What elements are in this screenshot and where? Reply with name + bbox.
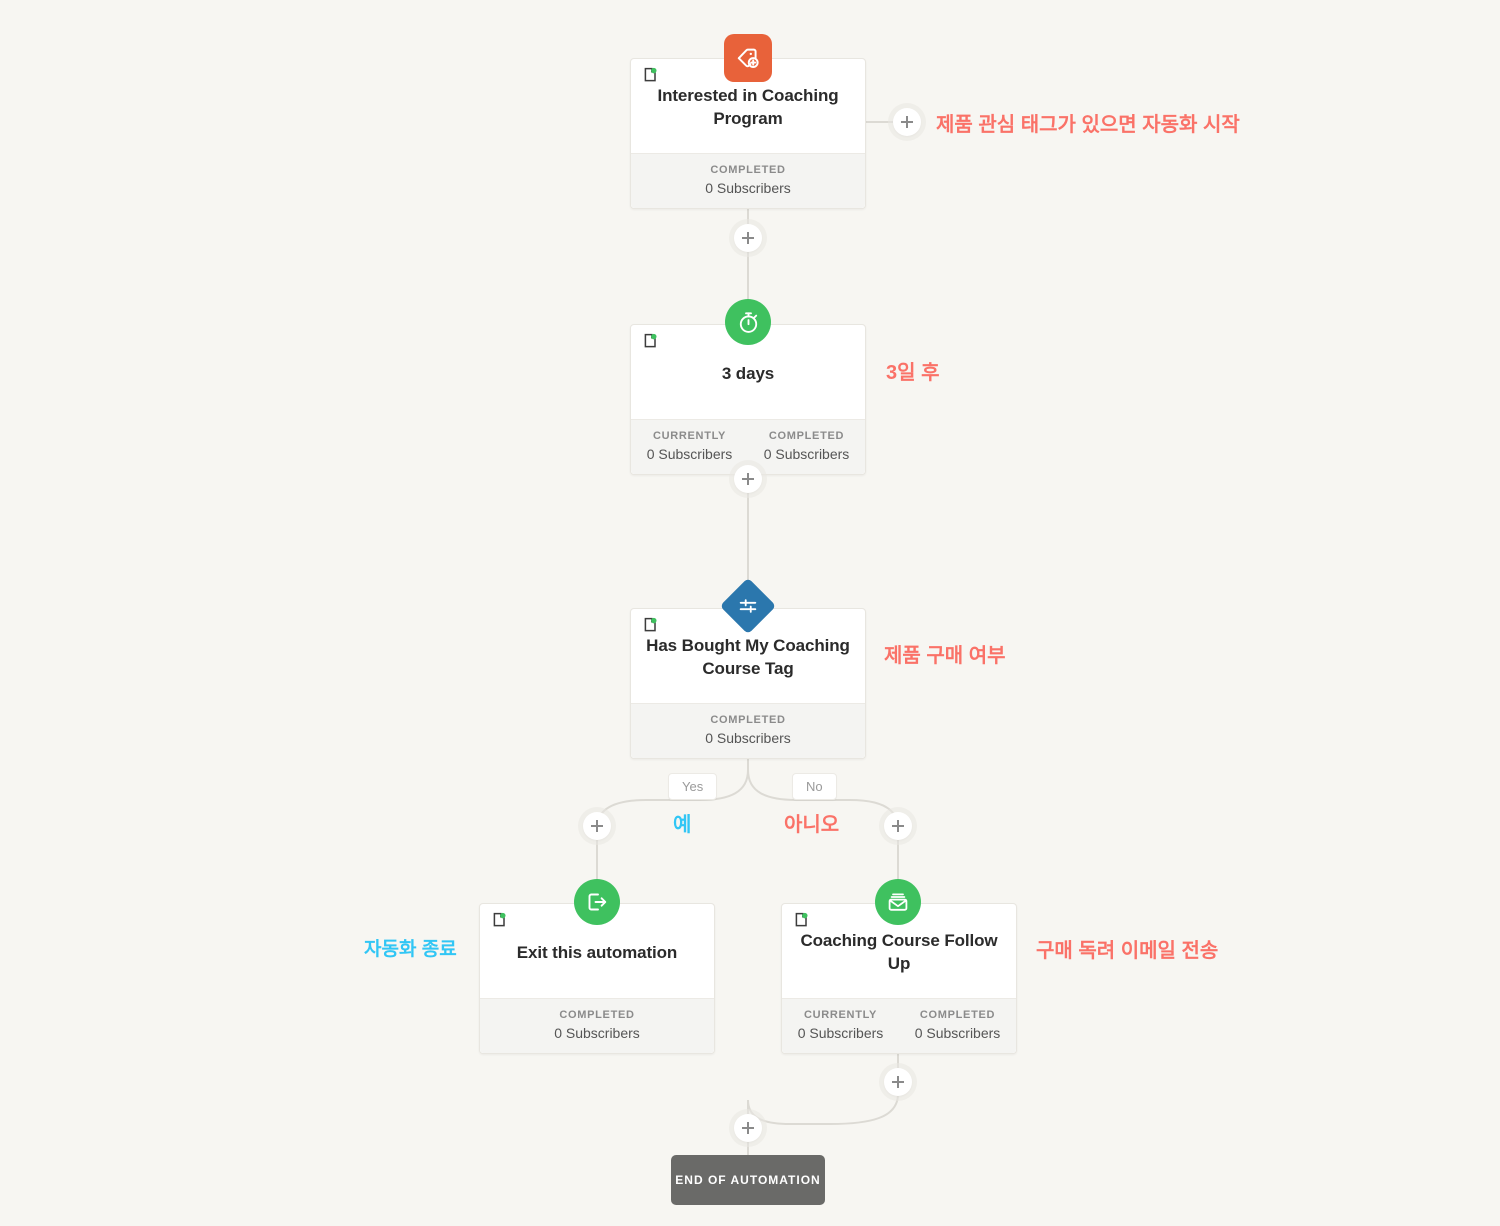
- annotation-email: 구매 독려 이메일 전송: [1036, 940, 1219, 962]
- stat-label: CURRENTLY: [652, 430, 727, 442]
- stat-label: COMPLETED: [710, 164, 786, 176]
- node-exit-stats: COMPLETED 0 Subscribers: [480, 998, 714, 1053]
- annotation-exit: 자동화 종료: [364, 939, 457, 960]
- node-email-followup[interactable]: Coaching Course Follow Up CURRENTLY 0 Su…: [781, 903, 1017, 1054]
- add-step-button-no-branch[interactable]: [884, 812, 912, 840]
- annotation-trigger: 제품 관심 태그가 있으면 자동화 시작: [936, 114, 1240, 136]
- add-step-button-yes-branch[interactable]: [583, 812, 611, 840]
- add-step-button-after-email[interactable]: [884, 1068, 912, 1096]
- stat-label: CURRENTLY: [803, 1009, 878, 1021]
- tag-plus-icon: [724, 34, 772, 82]
- stat-value: 0 Subscribers: [646, 446, 733, 462]
- stat-currently: CURRENTLY 0 Subscribers: [631, 430, 748, 462]
- stat-value: 0 Subscribers: [705, 180, 791, 196]
- node-email-title: Coaching Course Follow Up: [800, 931, 998, 973]
- stat-value: 0 Subscribers: [705, 730, 791, 746]
- node-trigger-stats: COMPLETED 0 Subscribers: [631, 153, 865, 208]
- node-trigger-title: Interested in Coaching Program: [657, 86, 839, 128]
- envelope-send-icon: [875, 879, 921, 925]
- stat-label: COMPLETED: [710, 714, 786, 726]
- stat-completed: COMPLETED 0 Subscribers: [631, 164, 865, 196]
- automation-canvas[interactable]: Interested in Coaching Program COMPLETED…: [0, 0, 1500, 1226]
- branch-label-yes[interactable]: Yes: [668, 773, 718, 800]
- stat-label: COMPLETED: [768, 430, 845, 442]
- stat-completed: COMPLETED 0 Subscribers: [899, 1009, 1016, 1041]
- annotation-yes: 예: [673, 814, 692, 836]
- page-status-icon: [795, 912, 808, 927]
- node-delay[interactable]: 3 days CURRENTLY 0 Subscribers COMPLETED…: [630, 324, 866, 475]
- stat-label: COMPLETED: [919, 1009, 996, 1021]
- stat-completed: COMPLETED 0 Subscribers: [480, 1009, 714, 1041]
- stat-completed: COMPLETED 0 Subscribers: [631, 714, 865, 746]
- page-status-icon: [644, 617, 657, 632]
- node-condition-stats: COMPLETED 0 Subscribers: [631, 703, 865, 758]
- stat-value: 0 Subscribers: [914, 1025, 1001, 1041]
- node-email-stats: CURRENTLY 0 Subscribers COMPLETED 0 Subs…: [782, 998, 1016, 1053]
- node-delay-title: 3 days: [721, 363, 775, 383]
- page-status-icon: [644, 67, 657, 82]
- add-step-button-after-delay[interactable]: [734, 465, 762, 493]
- stat-completed: COMPLETED 0 Subscribers: [748, 430, 865, 462]
- stat-value: 0 Subscribers: [554, 1025, 640, 1041]
- stat-value: 0 Subscribers: [797, 1025, 884, 1041]
- annotation-no: 아니오: [784, 814, 840, 836]
- stat-value: 0 Subscribers: [763, 446, 850, 462]
- annotation-condition: 제품 구매 여부: [884, 645, 1006, 667]
- page-status-icon: [644, 333, 657, 348]
- branch-label-no[interactable]: No: [792, 773, 837, 800]
- end-of-automation-block: END OF AUTOMATION: [671, 1155, 825, 1205]
- stat-currently: CURRENTLY 0 Subscribers: [782, 1009, 899, 1041]
- exit-arrow-icon: [574, 879, 620, 925]
- end-of-automation-label: END OF AUTOMATION: [675, 1173, 821, 1187]
- node-exit-title: Exit this automation: [516, 942, 678, 962]
- stat-label: COMPLETED: [559, 1009, 635, 1021]
- add-step-button-after-trigger[interactable]: [734, 224, 762, 252]
- add-step-button-trigger-right[interactable]: [893, 108, 921, 136]
- add-step-button-before-end[interactable]: [734, 1114, 762, 1142]
- node-condition-title: Has Bought My Coaching Course Tag: [646, 636, 850, 678]
- stopwatch-icon: [725, 299, 771, 345]
- node-exit-automation[interactable]: Exit this automation COMPLETED 0 Subscri…: [479, 903, 715, 1054]
- annotation-delay: 3일 후: [886, 362, 940, 384]
- page-status-icon: [493, 912, 506, 927]
